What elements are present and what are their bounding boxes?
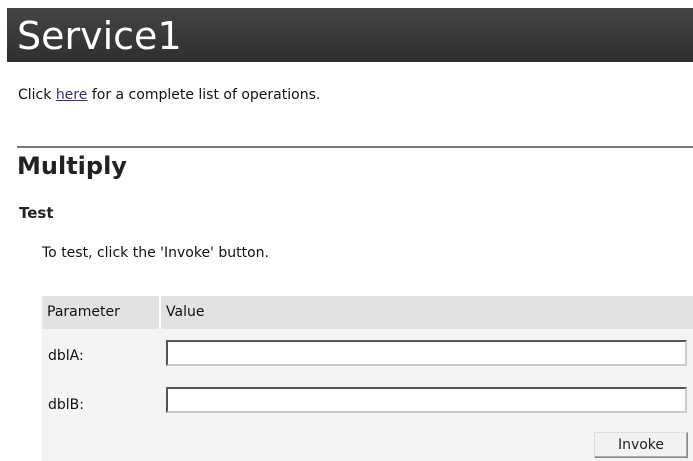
invoke-button[interactable]: Invoke — [594, 432, 688, 458]
parameters-table-header: Parameter Value — [42, 296, 693, 329]
dbla-input[interactable] — [166, 340, 687, 366]
parameters-panel: Parameter Value dblA: dblB: Invoke — [42, 296, 693, 461]
dbla-label: dblA: — [48, 348, 84, 364]
test-instructions: To test, click the 'Invoke' button. — [42, 245, 269, 261]
dblb-input[interactable] — [166, 387, 687, 413]
value-column-header: Value — [166, 304, 205, 320]
parameter-column-header: Parameter — [47, 304, 120, 320]
dblb-label: dblB: — [48, 397, 84, 413]
intro-suffix: for a complete list of operations. — [87, 87, 321, 103]
operations-intro: Click here for a complete list of operat… — [18, 87, 320, 103]
operations-list-link[interactable]: here — [56, 87, 88, 103]
intro-prefix: Click — [18, 87, 56, 103]
header-column-divider — [159, 296, 161, 329]
section-divider — [17, 146, 693, 148]
operation-title: Multiply — [17, 152, 127, 180]
service-title: Service1 — [17, 14, 182, 58]
test-heading: Test — [19, 204, 54, 222]
